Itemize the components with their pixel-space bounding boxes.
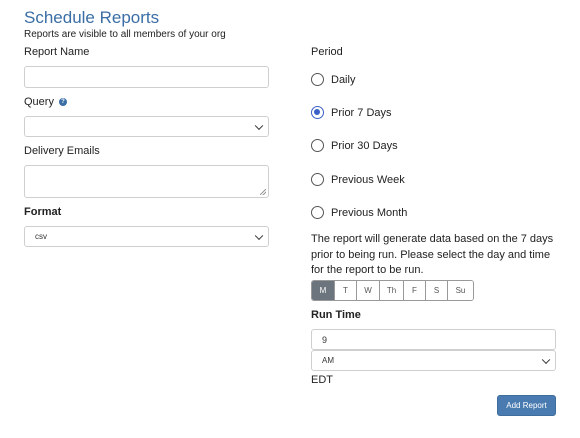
format-label: Format: [24, 206, 62, 218]
report-name-label: Report Name: [24, 46, 90, 58]
help-icon[interactable]: ?: [59, 98, 67, 106]
delivery-emails-label: Delivery Emails: [24, 145, 100, 157]
day-button-tuesday[interactable]: T: [335, 281, 357, 300]
period-option-previous-week[interactable]: Previous Week: [311, 173, 405, 186]
radio-button[interactable]: [311, 206, 324, 219]
run-time-hour-value: 9: [322, 334, 328, 345]
radio-label: Previous Month: [331, 206, 408, 219]
day-button-sunday[interactable]: Su: [448, 281, 473, 300]
day-button-saturday[interactable]: S: [426, 281, 448, 300]
page-subtitle: Reports are visible to all members of yo…: [24, 29, 226, 40]
radio-button[interactable]: [311, 139, 324, 152]
period-option-previous-month[interactable]: Previous Month: [311, 206, 407, 219]
radio-button[interactable]: [311, 106, 324, 119]
radio-label: Prior 7 Days: [331, 106, 392, 119]
period-option-daily[interactable]: Daily: [311, 73, 355, 86]
run-time-ampm-value: AM: [322, 356, 334, 365]
run-time-ampm-select[interactable]: AM: [311, 350, 556, 371]
chevron-down-icon: [541, 355, 551, 364]
timezone-label: EDT: [311, 374, 333, 386]
query-select[interactable]: [24, 116, 269, 137]
day-selector: M T W Th F S Su: [311, 280, 474, 301]
period-label: Period: [311, 46, 343, 58]
day-button-monday[interactable]: M: [312, 281, 335, 300]
radio-label: Prior 30 Days: [331, 139, 398, 152]
run-time-label: Run Time: [311, 309, 361, 321]
add-report-button[interactable]: Add Report: [497, 395, 556, 416]
chevron-down-icon: [254, 231, 264, 240]
period-description: The report will generate data based on t…: [311, 233, 554, 276]
chevron-down-icon: [254, 121, 264, 130]
radio-button[interactable]: [311, 73, 324, 86]
radio-button[interactable]: [311, 173, 324, 186]
radio-label: Previous Week: [331, 173, 405, 186]
delivery-emails-textarea[interactable]: [24, 165, 269, 198]
day-button-friday[interactable]: F: [404, 281, 426, 300]
day-button-wednesday[interactable]: W: [357, 281, 380, 300]
query-label: Query: [24, 96, 54, 108]
format-select-value: csv: [35, 232, 47, 241]
period-option-prior-7-days[interactable]: Prior 7 Days: [311, 106, 392, 119]
report-name-input[interactable]: [24, 66, 269, 88]
page-title: Schedule Reports: [24, 8, 160, 27]
radio-label: Daily: [331, 73, 356, 86]
format-select[interactable]: csv: [24, 226, 269, 247]
resize-handle-icon[interactable]: [260, 189, 266, 195]
run-time-hour-input[interactable]: 9: [311, 329, 556, 350]
period-option-prior-30-days[interactable]: Prior 30 Days: [311, 139, 398, 152]
day-button-thursday[interactable]: Th: [380, 281, 404, 300]
